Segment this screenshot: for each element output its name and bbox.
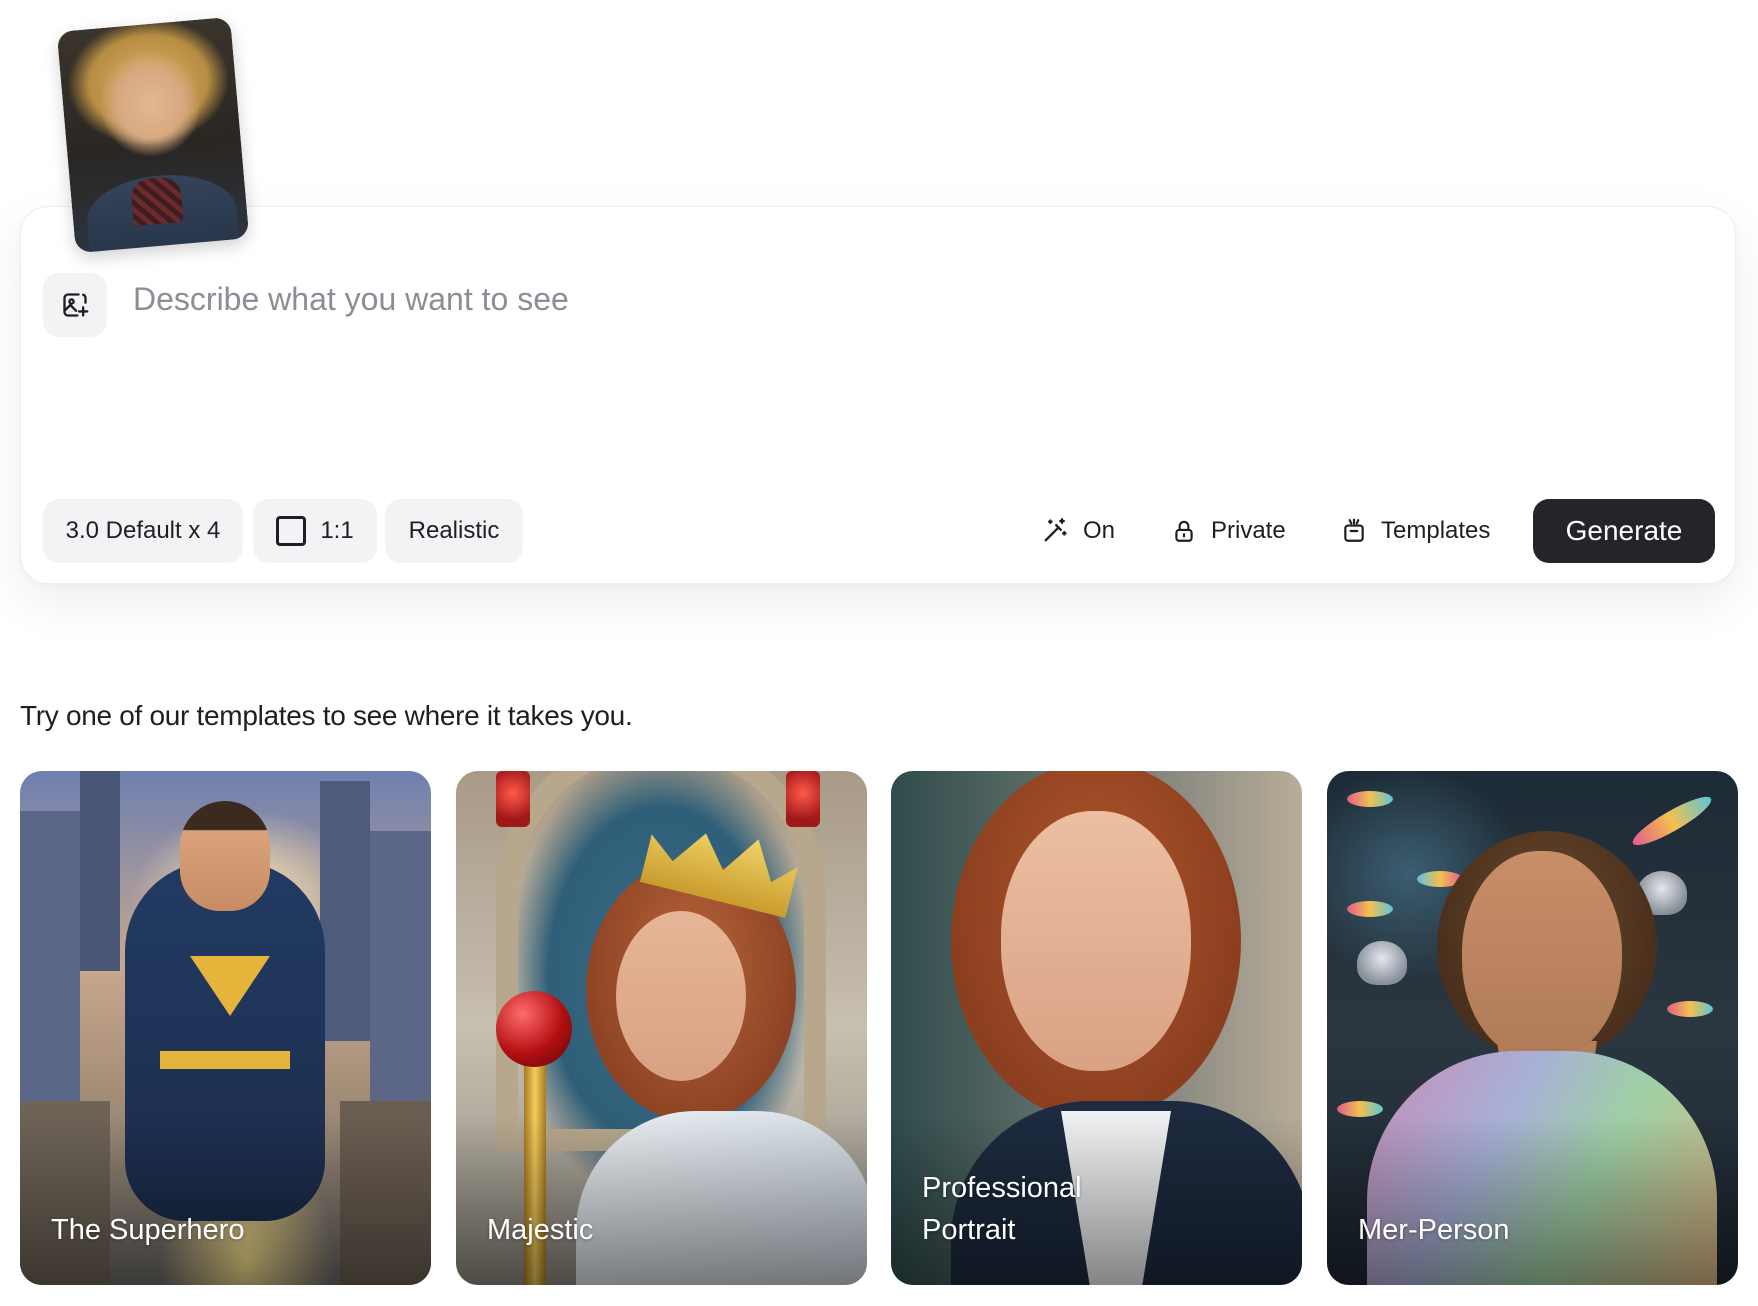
magic-prompt-label: On [1083, 517, 1116, 544]
lock-icon [1175, 520, 1193, 542]
jellyfish-shape [1357, 941, 1407, 985]
queen-face-shape [616, 911, 746, 1081]
fish-shape [1667, 1001, 1713, 1017]
model-label: 3.0 Default x 4 [65, 517, 221, 544]
fish-shape [1347, 791, 1393, 807]
hero-head-shape [180, 801, 270, 911]
city-building [370, 831, 431, 1131]
city-building [80, 771, 120, 971]
aspect-ratio-button[interactable]: 1:1 [253, 499, 377, 563]
template-card-majestic[interactable]: Majestic [456, 771, 867, 1285]
magic-wand-icon [1044, 518, 1067, 542]
add-image-button[interactable] [43, 273, 107, 337]
generate-button[interactable]: Generate [1533, 499, 1715, 563]
visibility-label: Private [1211, 517, 1286, 544]
template-card-professional-portrait[interactable]: Professional Portrait [891, 771, 1302, 1285]
page: 3.0 Default x 4 1:1 Realistic On [0, 0, 1758, 1306]
template-card-label: Majestic [487, 1214, 594, 1246]
model-selector-button[interactable]: 3.0 Default x 4 [43, 499, 243, 563]
aspect-ratio-label: 1:1 [320, 517, 354, 544]
templates-section-title: Try one of our templates to see where it… [20, 700, 633, 731]
card-shade [456, 1115, 867, 1285]
templates-label: Templates [1381, 517, 1491, 544]
fish-shape [1347, 901, 1393, 917]
template-card-label: Mer-Person [1358, 1214, 1510, 1246]
square-ratio-icon [276, 516, 307, 546]
red-lamp-shape [786, 771, 820, 827]
city-building [320, 781, 370, 1041]
portrait-face-shape [1001, 811, 1191, 1071]
magic-prompt-toggle[interactable]: On [1041, 499, 1115, 563]
prompt-card: 3.0 Default x 4 1:1 Realistic On [20, 206, 1736, 584]
template-card-superhero[interactable]: The Superhero [20, 771, 431, 1285]
style-label: Realistic [408, 517, 500, 544]
red-lamp-shape [496, 771, 530, 827]
mer-face-shape [1462, 851, 1622, 1061]
ref-scarf-shape [129, 175, 184, 227]
image-plus-icon [63, 293, 89, 317]
template-card-mer-person[interactable]: Mer-Person [1327, 771, 1738, 1285]
card-shade [20, 1115, 431, 1285]
visibility-toggle[interactable]: Private [1171, 499, 1286, 563]
fish-shape [1628, 789, 1716, 853]
prompt-input[interactable] [133, 267, 1693, 497]
hero-belt-shape [160, 1051, 290, 1069]
template-card-label: Professional Portrait [922, 1172, 1082, 1246]
reference-image[interactable] [56, 16, 250, 254]
card-shade [1327, 1115, 1738, 1285]
template-card-label: The Superhero [51, 1214, 245, 1246]
template-icon [1344, 518, 1364, 542]
city-building [20, 811, 80, 1111]
scepter-orb-shape [496, 991, 572, 1067]
templates-button[interactable]: Templates [1341, 499, 1490, 563]
style-selector-button[interactable]: Realistic [385, 499, 523, 563]
